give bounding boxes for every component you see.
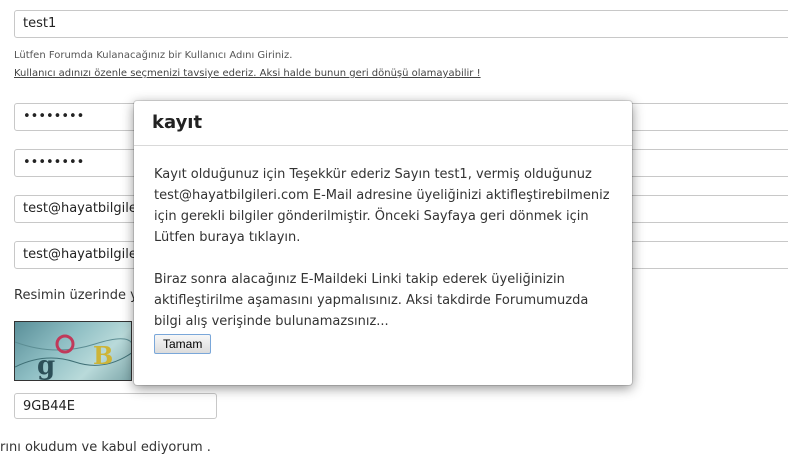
dialog-body: Kayıt olduğunuz için Teşekkür ederiz Say… xyxy=(134,146,632,355)
modal-overlay: kayıt Kayıt olduğunuz için Teşekkür eder… xyxy=(0,0,788,454)
dialog-title: kayıt xyxy=(134,101,632,146)
registration-dialog: kayıt Kayıt olduğunuz için Teşekkür eder… xyxy=(134,101,632,385)
dialog-message-1: Kayıt olduğunuz için Teşekkür ederiz Say… xyxy=(154,167,610,245)
ok-button[interactable]: Tamam xyxy=(154,334,212,354)
dialog-message-2: Biraz sonra alacağınız E-Maildeki Linki … xyxy=(154,272,589,329)
